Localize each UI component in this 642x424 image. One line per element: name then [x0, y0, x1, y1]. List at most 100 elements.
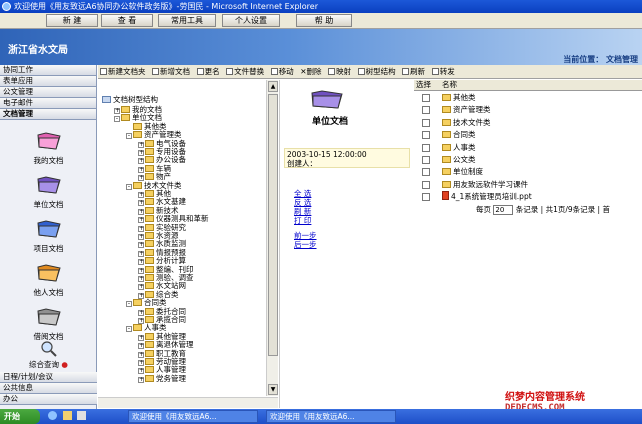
list-item-name[interactable]: 其他类 — [442, 92, 476, 103]
list-item-name[interactable]: 人事类 — [442, 142, 476, 153]
sidebar-tab-docs[interactable]: 文档管理 — [0, 109, 96, 120]
collapse-icon[interactable]: - — [114, 116, 120, 123]
new-document-button[interactable]: 新增文档 — [150, 65, 192, 78]
tree-root[interactable]: 文档树型结构 — [102, 96, 158, 104]
expand-icon[interactable]: + — [138, 250, 144, 257]
menu-help[interactable]: 帮 助 — [296, 14, 352, 27]
list-item-name[interactable]: 技术文件类 — [442, 117, 491, 128]
ie-quicklaunch-icon[interactable] — [48, 411, 57, 420]
taskbar-window-2[interactable]: 欢迎使用《用友致远A6... — [266, 410, 396, 423]
list-item-name[interactable]: 资产管理类 — [442, 104, 491, 115]
refresh-button[interactable]: 刷新 — [400, 65, 427, 78]
expand-icon[interactable]: + — [138, 141, 144, 148]
sidebar-tab-office[interactable]: 办公 — [0, 394, 97, 405]
sidebar-tab-schedule[interactable]: 日程/计划/会议 — [0, 372, 97, 383]
expand-icon[interactable]: + — [138, 343, 144, 350]
scroll-up-arrow-icon[interactable]: ▲ — [268, 81, 278, 92]
start-button[interactable]: 开始 — [0, 409, 40, 424]
row-checkbox[interactable] — [422, 143, 430, 152]
list-item-name[interactable]: 合同类 — [442, 129, 476, 140]
expand-icon[interactable]: + — [138, 150, 144, 156]
expand-icon[interactable]: + — [138, 225, 144, 232]
expand-icon[interactable]: + — [114, 108, 120, 114]
expand-icon[interactable]: + — [138, 334, 144, 341]
expand-icon[interactable]: + — [138, 360, 144, 366]
forward-button[interactable]: 转发 — [430, 65, 457, 78]
menu-new[interactable]: 新 建 — [46, 14, 98, 27]
new-folder-button[interactable]: 新建文档夹 — [98, 65, 148, 78]
expand-icon[interactable]: + — [138, 267, 144, 274]
rename-button[interactable]: 更名 — [195, 65, 222, 78]
sidebar-search[interactable]: 综合查询 ● — [0, 341, 97, 371]
delete-button[interactable]: ✕删除 — [298, 65, 323, 78]
map-button[interactable]: 映射 — [326, 65, 353, 78]
menu-settings[interactable]: 个人设置 — [222, 14, 280, 27]
list-item-name[interactable]: 单位制度 — [442, 166, 483, 177]
row-checkbox[interactable] — [422, 94, 430, 102]
collapse-icon[interactable]: - — [126, 133, 132, 140]
list-item[interactable]: 4_1系统管理员培训.ppt — [414, 191, 642, 203]
expand-icon[interactable]: + — [138, 208, 144, 215]
list-item[interactable]: 资产管理类 — [414, 104, 642, 116]
tree-node[interactable]: + 党务管理 — [138, 374, 186, 383]
list-item-name[interactable]: 公文类 — [442, 154, 476, 165]
tree-structure-button[interactable]: 树型结构 — [356, 65, 398, 78]
collapse-icon[interactable]: - — [126, 183, 132, 190]
list-item[interactable]: 用友致远软件学习课件 — [414, 179, 642, 191]
expand-icon[interactable]: + — [138, 259, 144, 266]
list-item[interactable]: 技术文件类 — [414, 117, 642, 129]
list-item[interactable]: 合同类 — [414, 129, 642, 141]
expand-icon[interactable]: + — [138, 192, 144, 198]
list-item-name[interactable]: 4_1系统管理员培训.ppt — [442, 191, 532, 202]
expand-icon[interactable]: + — [138, 284, 144, 291]
expand-icon[interactable]: + — [138, 234, 144, 240]
move-button[interactable]: 移动 — [269, 65, 296, 78]
sidebar-tab-email[interactable]: 电子邮件 — [0, 98, 96, 109]
list-item[interactable]: 公文类 — [414, 154, 642, 166]
collapse-icon[interactable]: - — [126, 326, 132, 333]
list-item[interactable]: 单位制度 — [414, 166, 642, 178]
expand-icon[interactable]: + — [138, 376, 144, 383]
taskbar-window-1[interactable]: 欢迎使用《用友致远A6... — [128, 410, 258, 423]
sidebar-tab-forms[interactable]: 表单应用 — [0, 76, 96, 87]
expand-icon[interactable]: + — [138, 200, 144, 207]
print-link[interactable]: 打 印 — [294, 215, 311, 226]
expand-icon[interactable]: + — [138, 368, 144, 375]
sidebar-tab-official[interactable]: 公文管理 — [0, 87, 96, 98]
per-page-input[interactable]: 20 — [493, 205, 514, 215]
tree-node[interactable]: - 技术文件类 — [126, 181, 182, 190]
expand-icon[interactable]: + — [138, 166, 144, 173]
list-item[interactable]: 人事类 — [414, 142, 642, 154]
row-checkbox[interactable] — [422, 118, 430, 127]
desktop-quicklaunch-icon[interactable] — [77, 411, 87, 420]
row-checkbox[interactable] — [422, 180, 430, 189]
list-item[interactable]: 其他类 — [414, 92, 642, 104]
expand-icon[interactable]: + — [138, 242, 144, 249]
row-checkbox[interactable] — [422, 156, 430, 164]
next-step-link[interactable]: 后一步 — [294, 239, 317, 250]
tree-horizontal-scrollbar[interactable] — [98, 397, 278, 408]
expand-icon[interactable]: + — [138, 276, 144, 282]
sidebar-unit-docs[interactable]: 单位文档 — [0, 173, 97, 217]
sidebar-project-docs[interactable]: 项目文档 — [0, 217, 97, 261]
tree-vertical-scrollbar[interactable]: ▲ ▼ — [266, 80, 278, 396]
sidebar-others-docs[interactable]: 他人文档 — [0, 261, 97, 305]
row-checkbox[interactable] — [422, 168, 430, 177]
menu-view[interactable]: 查 看 — [101, 14, 153, 27]
sidebar-tab-public[interactable]: 公共信息 — [0, 383, 97, 394]
sidebar-tab-collab[interactable]: 协同工作 — [0, 65, 96, 76]
scroll-thumb[interactable] — [268, 94, 278, 356]
replace-file-button[interactable]: 文件替换 — [224, 65, 266, 78]
expand-icon[interactable]: + — [138, 217, 144, 224]
sidebar-my-docs[interactable]: 我的文档 — [0, 129, 97, 173]
row-checkbox[interactable] — [422, 106, 430, 115]
row-checkbox[interactable] — [422, 193, 430, 202]
expand-icon[interactable]: + — [138, 351, 144, 358]
expand-icon[interactable]: + — [138, 158, 144, 165]
explorer-quicklaunch-icon[interactable] — [62, 411, 72, 420]
list-item-name[interactable]: 用友致远软件学习课件 — [442, 179, 528, 190]
expand-icon[interactable]: + — [138, 309, 144, 316]
menu-tools[interactable]: 常用工具 — [158, 14, 216, 27]
collapse-icon[interactable]: - — [126, 301, 132, 308]
scroll-down-arrow-icon[interactable]: ▼ — [268, 384, 278, 395]
